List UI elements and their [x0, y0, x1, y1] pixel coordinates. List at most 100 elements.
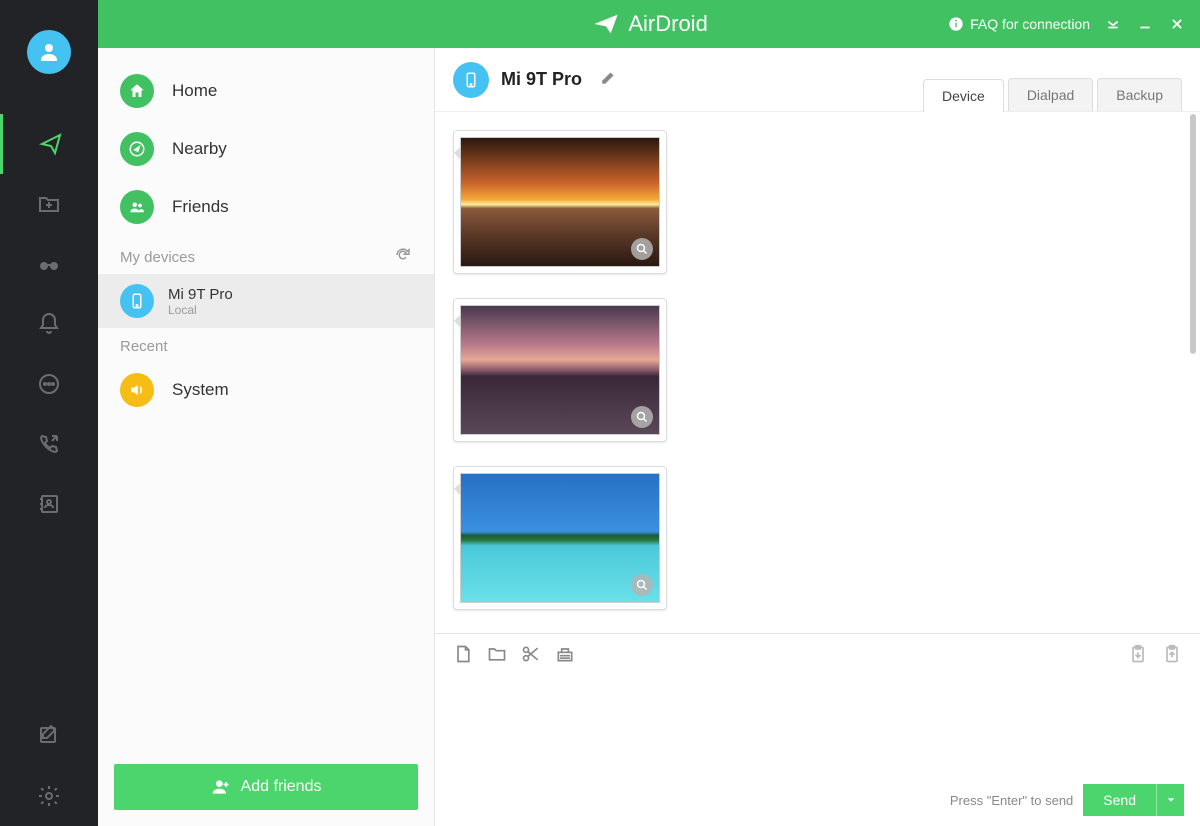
clipboard-down-icon: [1128, 644, 1148, 664]
airdroid-logo-icon: [592, 10, 620, 38]
rail-transfer[interactable]: [0, 114, 98, 174]
chat-icon: [37, 372, 61, 396]
magnify-icon: [636, 579, 648, 591]
sidebar-item-label: Friends: [172, 197, 229, 217]
window-close-button[interactable]: [1168, 15, 1186, 33]
rail-calls[interactable]: [0, 414, 98, 474]
scrollbar[interactable]: [1190, 112, 1198, 633]
collapse-icon: [1106, 17, 1120, 31]
magnify-icon: [636, 411, 648, 423]
paste-button[interactable]: [1128, 644, 1148, 664]
attach-app-button[interactable]: [555, 644, 575, 664]
info-icon: [948, 16, 964, 32]
attach-file-button[interactable]: [453, 644, 473, 664]
contacts-icon: [37, 492, 61, 516]
file-icon: [453, 644, 473, 664]
rail-compose[interactable]: [0, 706, 98, 766]
tab-backup[interactable]: Backup: [1097, 78, 1182, 111]
user-icon: [37, 40, 61, 64]
rail-messages[interactable]: [0, 354, 98, 414]
binoculars-icon: [37, 252, 61, 276]
rail-discover[interactable]: [0, 234, 98, 294]
message-list: [435, 112, 1200, 633]
brand-label: AirDroid: [628, 11, 707, 37]
sidebar-item-system[interactable]: System: [98, 361, 434, 419]
add-friends-button[interactable]: Add friends: [114, 764, 418, 810]
sidebar-item-label: Nearby: [172, 139, 227, 159]
phone-device-icon: [453, 62, 489, 98]
compose-textarea[interactable]: [435, 674, 1200, 774]
close-icon: [1170, 17, 1184, 31]
recent-label: Recent: [120, 338, 168, 355]
message-bubble[interactable]: [453, 466, 667, 610]
magnify-icon: [636, 243, 648, 255]
sidebar-item-nearby[interactable]: Nearby: [98, 120, 434, 178]
scrollbar-thumb[interactable]: [1190, 114, 1196, 354]
message-bubble[interactable]: [453, 298, 667, 442]
device-row[interactable]: Mi 9T Pro Local: [98, 274, 434, 328]
compose-hint: Press "Enter" to send: [950, 793, 1073, 808]
window-minimize-button[interactable]: [1136, 15, 1154, 33]
recent-section-header: Recent: [98, 328, 434, 361]
brand: AirDroid: [352, 10, 948, 38]
tab-dialpad[interactable]: Dialpad: [1008, 78, 1093, 111]
faq-link[interactable]: FAQ for connection: [948, 16, 1090, 32]
add-user-icon: [211, 777, 231, 797]
gear-icon: [37, 784, 61, 808]
zoom-button[interactable]: [631, 238, 653, 260]
device-name: Mi 9T Pro: [168, 286, 233, 303]
send-dropdown-button[interactable]: [1156, 784, 1184, 816]
compose-area: Press "Enter" to send Send: [435, 633, 1200, 826]
rename-device-button[interactable]: [600, 68, 618, 91]
message-bubble[interactable]: [453, 130, 667, 274]
chevron-down-icon: [1166, 795, 1176, 805]
rail-notifications[interactable]: [0, 294, 98, 354]
sidebar-item-home[interactable]: Home: [98, 62, 434, 120]
folder-transfer-icon: [37, 192, 61, 216]
bell-icon: [37, 312, 61, 336]
phone-device-icon: [120, 284, 154, 318]
rail-files[interactable]: [0, 174, 98, 234]
image-thumbnail: [460, 305, 660, 435]
minimize-icon: [1138, 17, 1152, 31]
content-header: Mi 9T Pro Device Dialpad Backup: [435, 48, 1200, 112]
refresh-devices-button[interactable]: [394, 246, 412, 268]
refresh-icon: [394, 246, 412, 264]
image-thumbnail: [460, 473, 660, 603]
zoom-button[interactable]: [631, 574, 653, 596]
faq-label: FAQ for connection: [970, 16, 1090, 32]
device-status: Local: [168, 303, 233, 317]
image-thumbnail: [460, 137, 660, 267]
phone-icon: [37, 432, 61, 456]
left-rail: [0, 0, 98, 826]
zoom-button[interactable]: [631, 406, 653, 428]
avatar[interactable]: [27, 30, 71, 74]
sidebar: Home Nearby Friends: [98, 48, 435, 826]
apps-icon: [555, 644, 575, 664]
sidebar-item-label: System: [172, 380, 229, 400]
devices-label: My devices: [120, 249, 195, 266]
compass-icon: [120, 132, 154, 166]
content-device-name: Mi 9T Pro: [501, 69, 582, 90]
clipboard-up-icon: [1162, 644, 1182, 664]
screenshot-button[interactable]: [521, 644, 541, 664]
folder-icon: [487, 644, 507, 664]
window-collapse-button[interactable]: [1104, 15, 1122, 33]
sidebar-item-friends[interactable]: Friends: [98, 178, 434, 236]
pencil-icon: [600, 68, 618, 86]
titlebar: AirDroid FAQ for connection: [98, 0, 1200, 48]
sidebar-item-label: Home: [172, 81, 217, 101]
content-panel: Mi 9T Pro Device Dialpad Backup: [435, 48, 1200, 826]
send-icon: [39, 132, 63, 156]
rail-contacts[interactable]: [0, 474, 98, 534]
copy-button[interactable]: [1162, 644, 1182, 664]
tab-device[interactable]: Device: [923, 79, 1004, 112]
devices-section-header: My devices: [98, 236, 434, 274]
attach-folder-button[interactable]: [487, 644, 507, 664]
scissors-icon: [521, 644, 541, 664]
speaker-icon: [120, 373, 154, 407]
rail-settings[interactable]: [0, 766, 98, 826]
send-button[interactable]: Send: [1083, 784, 1156, 816]
edit-icon: [37, 724, 61, 748]
home-icon: [120, 74, 154, 108]
